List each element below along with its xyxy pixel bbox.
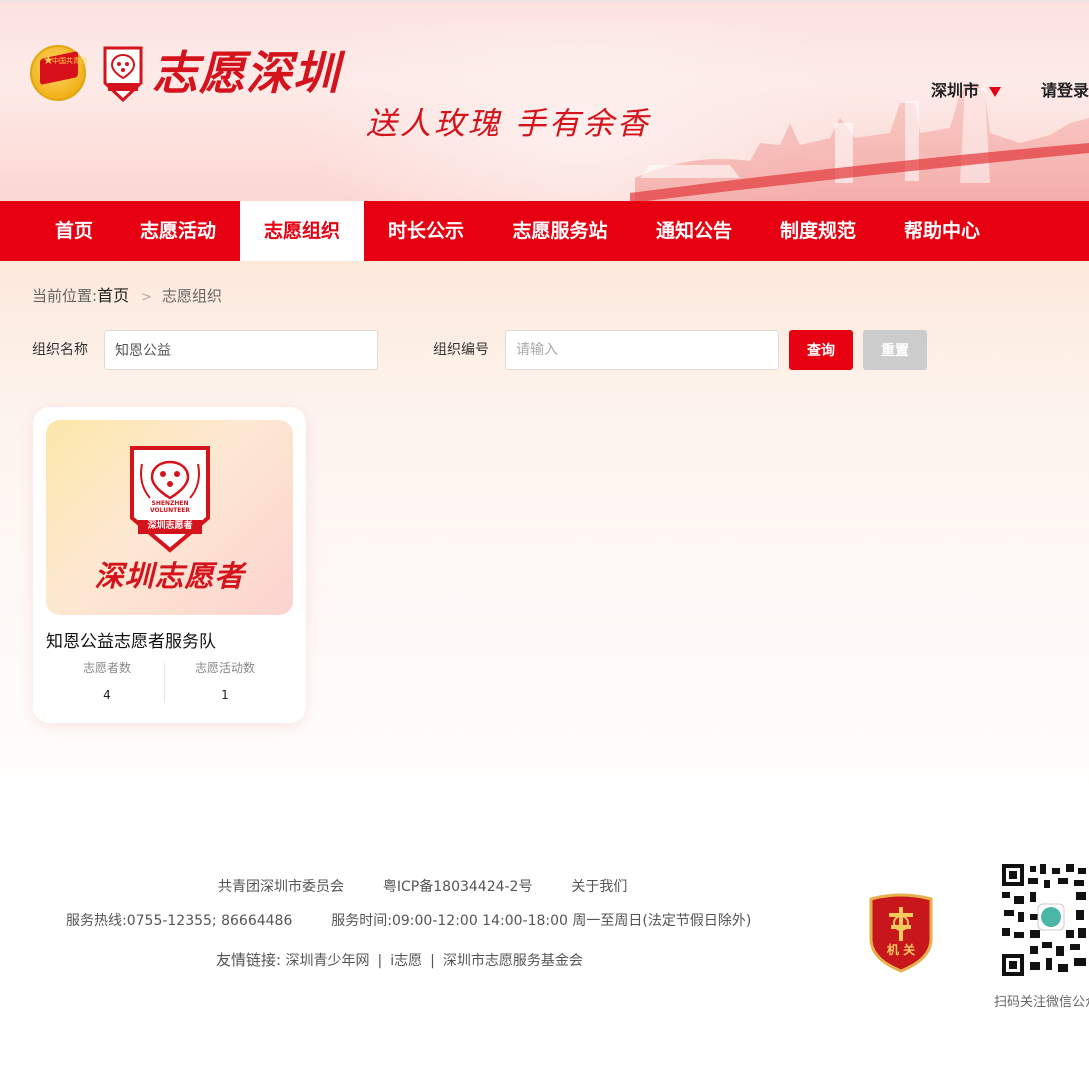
friend-links-label: 友情链接: xyxy=(216,951,282,969)
chevron-right-icon: > xyxy=(141,290,152,305)
footer-hotline: 服务热线:0755-12355; 86664486 xyxy=(66,913,293,929)
site-title[interactable]: 志愿深圳 xyxy=(152,41,340,105)
volunteers-stat: 志愿者数 4 xyxy=(48,659,166,703)
friend-link-i-volunteer[interactable]: i志愿 xyxy=(390,953,422,969)
activities-stat: 志愿活动数 1 xyxy=(166,659,284,703)
org-code-label: 组织编号 xyxy=(433,342,489,358)
link-separator: | xyxy=(377,953,383,969)
footer-about-link[interactable]: 关于我们 xyxy=(571,879,627,895)
government-agency-badge[interactable] xyxy=(867,893,935,973)
slogan: 送人玫瑰 手有余香 xyxy=(366,106,651,142)
org-name-input[interactable] xyxy=(104,330,378,370)
nav-home[interactable]: 首页 xyxy=(32,201,116,261)
footer-row-1: 共青团深圳市委员会 粤ICP备18034424-2号 关于我们 xyxy=(218,877,627,897)
breadcrumb: 当前位置:首页 > 志愿组织 xyxy=(32,284,222,310)
image-caption: 深圳志愿者 xyxy=(94,559,245,593)
city-selector[interactable]: 深圳市 xyxy=(931,79,1002,103)
activities-label: 志愿活动数 xyxy=(194,661,255,675)
nav-hours-publicity[interactable]: 时长公示 xyxy=(364,201,488,261)
friend-link-foundation[interactable]: 深圳市志愿服务基金会 xyxy=(443,953,583,969)
reset-button[interactable]: 重置 xyxy=(863,330,927,370)
emblem-text-cn: 深圳志愿者 xyxy=(147,521,193,531)
qr-caption: 扫码关注微信公众号 xyxy=(994,995,1089,1010)
header-banner: ★ 中国共青团 志愿深圳 送人玫瑰 手有余香 深圳市 请登录 xyxy=(0,0,1089,201)
league-logo-text: 中国共青团 xyxy=(52,57,87,65)
emblem-text-en-2: VOLUNTEER xyxy=(149,507,191,514)
footer-row-2: 服务热线:0755-12355; 86664486 服务时间:09:00-12:… xyxy=(66,911,751,931)
stat-divider xyxy=(164,663,165,703)
activities-count: 1 xyxy=(221,688,229,702)
link-separator: | xyxy=(430,953,435,969)
nav-service-stations[interactable]: 志愿服务站 xyxy=(488,201,632,261)
footer-icp-link[interactable]: 粤ICP备18034424-2号 xyxy=(383,879,533,895)
nav-organizations[interactable]: 志愿组织 xyxy=(240,201,364,261)
city-label: 深圳市 xyxy=(931,81,980,100)
footer-org-link[interactable]: 共青团深圳市委员会 xyxy=(218,879,344,895)
volunteers-label: 志愿者数 xyxy=(82,661,131,675)
organization-card[interactable]: SHENZHEN VOLUNTEER 深圳志愿者 深圳志愿者 知恩公益志愿者服务… xyxy=(33,407,306,723)
volunteers-count: 4 xyxy=(103,688,111,702)
shenzhen-volunteer-emblem xyxy=(130,446,210,553)
breadcrumb-current: 志愿组织 xyxy=(161,287,222,305)
nav-regulations[interactable]: 制度规范 xyxy=(756,201,880,261)
organization-name[interactable]: 知恩公益志愿者服务队 xyxy=(46,629,216,655)
main-nav: 首页 志愿活动 志愿组织 时长公示 志愿服务站 通知公告 制度规范 帮助中心 xyxy=(0,201,1089,261)
breadcrumb-home-link[interactable]: 首页 xyxy=(97,286,129,305)
emblem-text-en-1: SHENZHEN xyxy=(151,500,189,507)
friend-link-youth-net[interactable]: 深圳青少年网 xyxy=(286,953,370,969)
org-code-input[interactable] xyxy=(505,330,779,370)
nav-notices[interactable]: 通知公告 xyxy=(632,201,756,261)
organization-image: SHENZHEN VOLUNTEER 深圳志愿者 深圳志愿者 xyxy=(46,420,293,615)
city-skyline-illustration xyxy=(630,83,1089,201)
caret-down-icon xyxy=(989,86,1002,97)
wechat-qr-code xyxy=(1000,862,1089,976)
footer-hours: 服务时间:09:00-12:00 14:00-18:00 周一至周日(法定节假日… xyxy=(331,913,752,929)
query-button[interactable]: 查询 xyxy=(789,330,853,370)
badge-text: 机 关 xyxy=(886,943,916,957)
nav-activities[interactable]: 志愿活动 xyxy=(116,201,240,261)
nav-help-center[interactable]: 帮助中心 xyxy=(880,201,1004,261)
org-name-label: 组织名称 xyxy=(32,342,88,358)
breadcrumb-prefix: 当前位置: xyxy=(32,287,98,305)
footer-row-3: 友情链接: 深圳青少年网 | i志愿 | 深圳市志愿服务基金会 xyxy=(216,950,583,971)
volunteer-logo[interactable] xyxy=(101,45,145,103)
login-link[interactable]: 请登录 xyxy=(1041,79,1089,103)
youth-league-logo[interactable]: ★ 中国共青团 xyxy=(30,45,87,101)
